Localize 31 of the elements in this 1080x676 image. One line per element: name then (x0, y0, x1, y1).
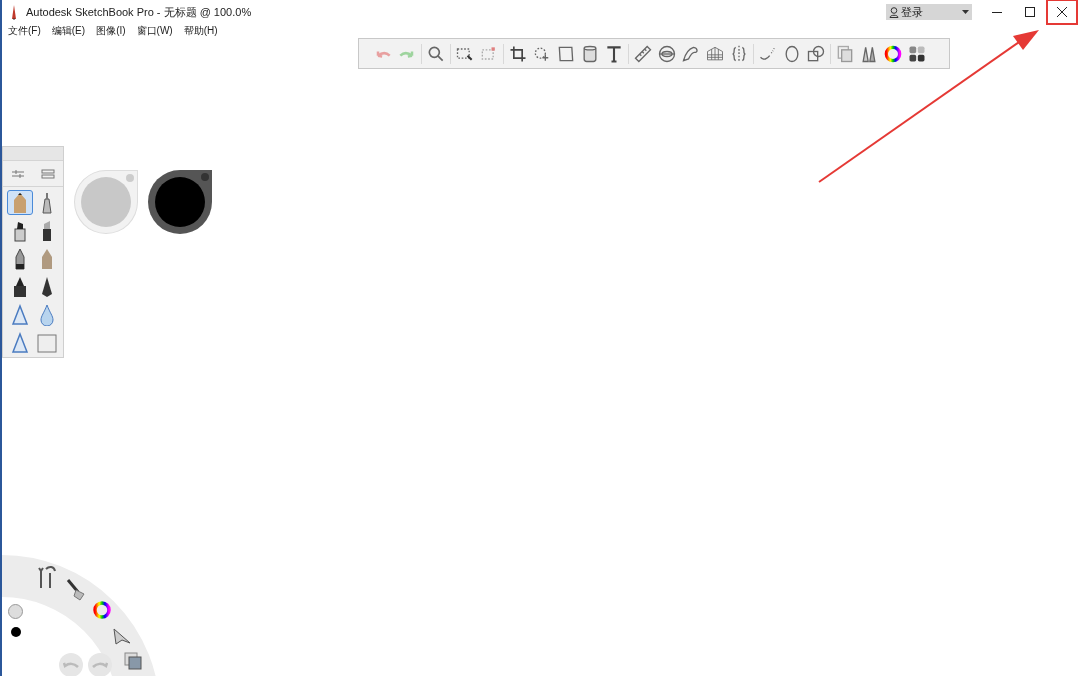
account-dropdown[interactable]: 登录 (886, 4, 972, 20)
brush-icon (36, 331, 57, 354)
menu-item[interactable]: 编辑(E) (51, 24, 86, 37)
menu-item[interactable]: 图像(I) (96, 24, 126, 37)
minimize-icon (991, 11, 1002, 13)
pointer-icon[interactable] (112, 627, 132, 645)
text-icon[interactable] (604, 43, 624, 64)
brush-icon (9, 331, 30, 354)
window-title: Autodesk SketchBook Pro - 无标题 @ 100.0% (26, 4, 252, 20)
shapes-icon[interactable] (806, 43, 826, 64)
layers-icon[interactable] (835, 43, 855, 64)
ellipse-guide-icon[interactable] (657, 43, 677, 64)
grid-view-icon[interactable] (41, 168, 55, 179)
brush-icon (9, 303, 30, 326)
undo-icon (63, 660, 79, 670)
menu-item[interactable]: 帮助(H) (183, 24, 218, 37)
menu-item[interactable]: 文件(F) (8, 24, 41, 37)
color-puck[interactable] (148, 170, 212, 234)
color-wheel-icon[interactable] (883, 43, 903, 64)
tools-icon[interactable] (36, 565, 56, 589)
menu-item[interactable]: 窗口(W) (136, 24, 173, 37)
redo-icon (92, 660, 108, 670)
sliders-icon[interactable] (11, 168, 25, 179)
close-icon (1057, 7, 1067, 17)
close-button[interactable] (1046, 0, 1078, 25)
layers-icon[interactable] (124, 652, 142, 670)
ruler-icon[interactable] (633, 43, 653, 64)
user-icon (889, 6, 899, 18)
caret-icon (962, 10, 969, 14)
maximize-icon (1024, 7, 1035, 17)
color-wheel-icon[interactable] (92, 600, 112, 620)
